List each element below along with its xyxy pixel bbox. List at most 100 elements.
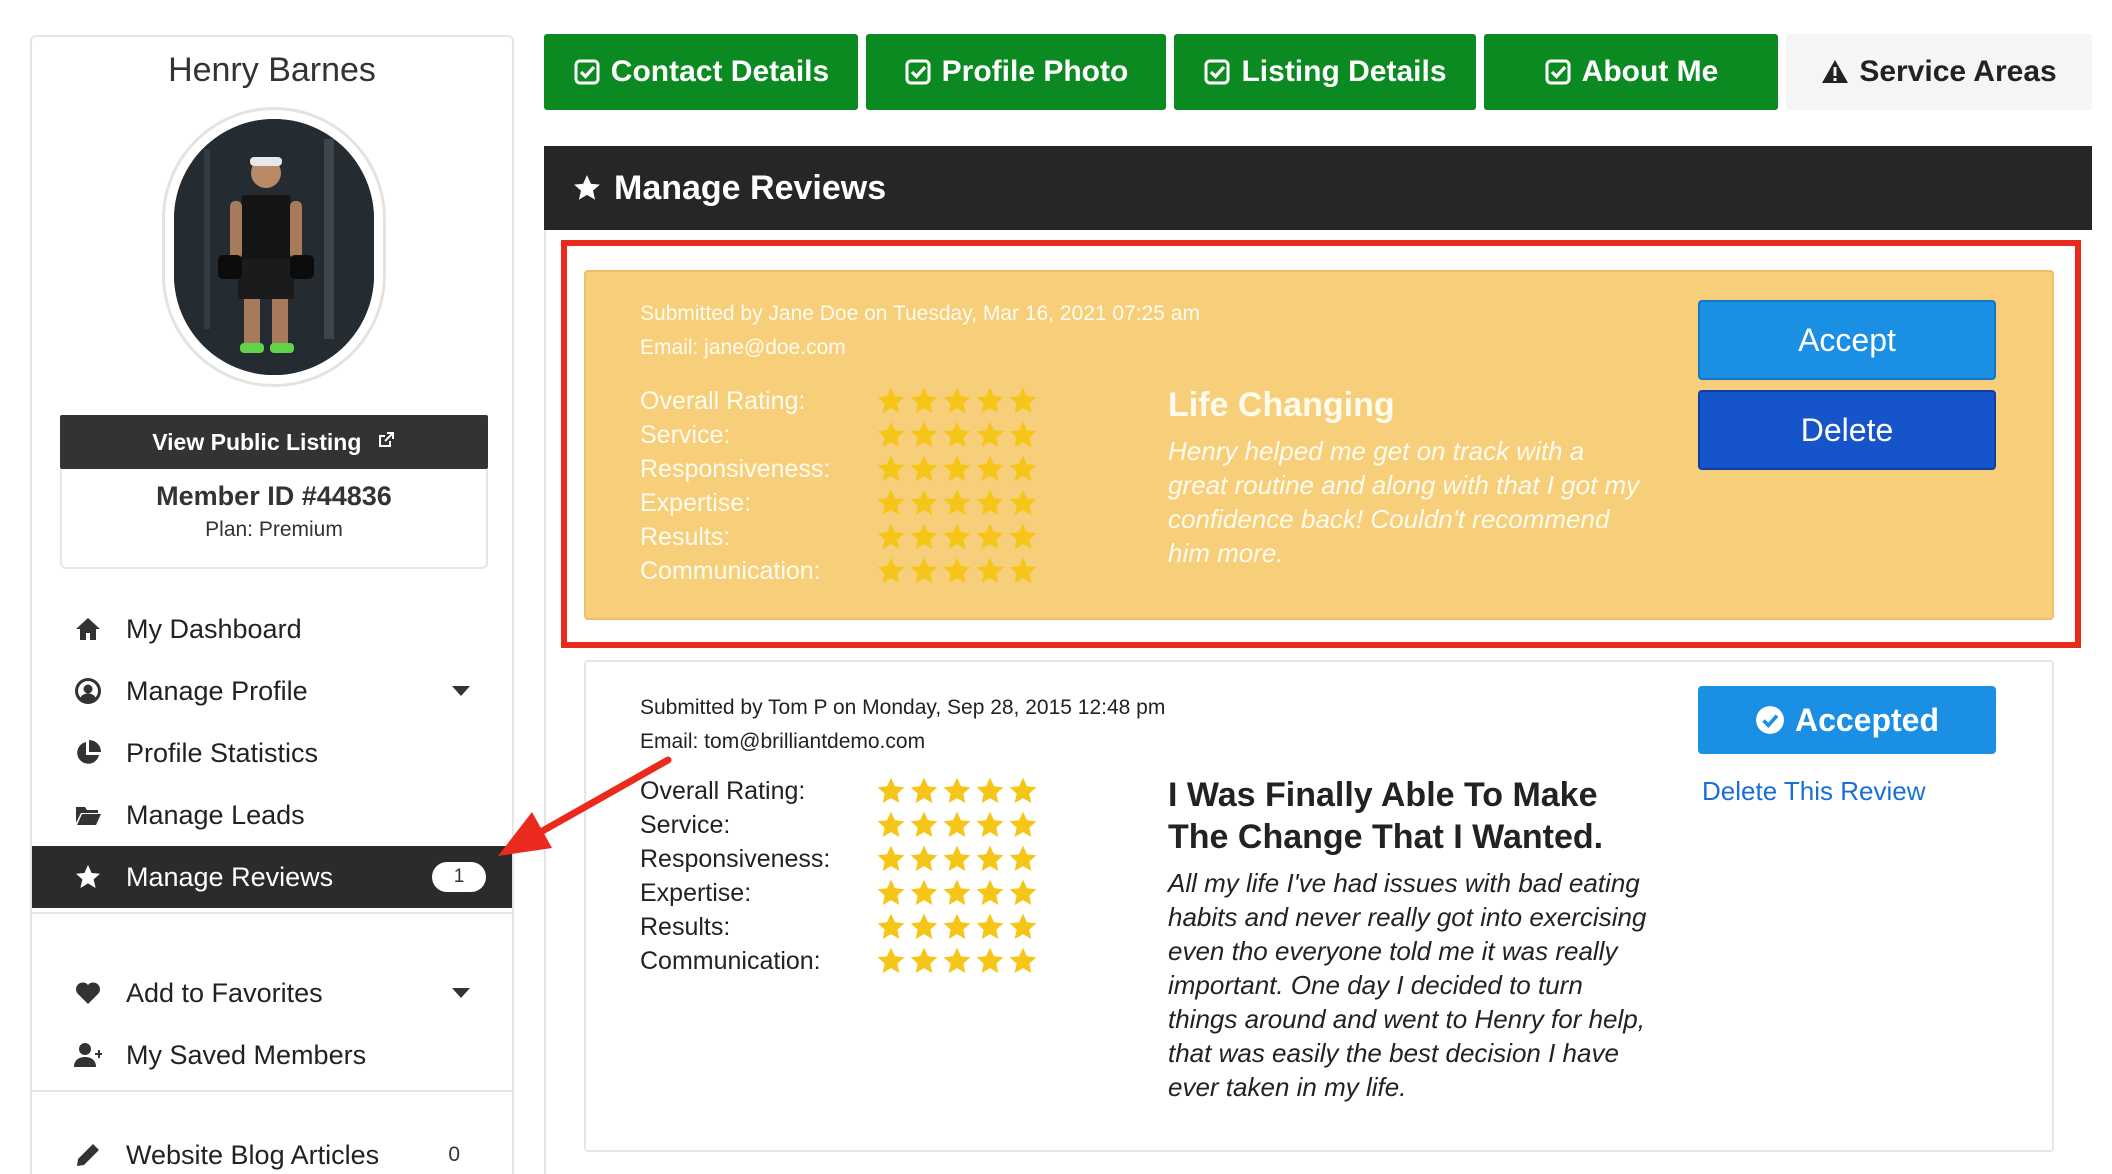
sidebar-divider <box>32 912 512 914</box>
star-icon <box>1009 777 1037 803</box>
star-icon <box>910 879 938 905</box>
star-rating <box>876 946 1038 976</box>
warning-icon <box>1821 58 1849 86</box>
review-body: All my life I've had issues with bad eat… <box>1168 868 1647 1102</box>
external-link-icon <box>369 429 395 455</box>
star-rating <box>876 810 1038 840</box>
sidebar-item-manage-profile[interactable]: Manage Profile <box>32 660 512 722</box>
avatar <box>162 107 386 387</box>
user-plus-icon <box>72 1041 104 1069</box>
star-icon <box>877 913 905 939</box>
check-square-icon <box>1544 58 1572 86</box>
sidebar-item-my-saved-members[interactable]: My Saved Members <box>32 1024 512 1086</box>
review-card-accepted: Submitted by Tom P on Monday, Sep 28, 20… <box>584 660 2054 1152</box>
star-icon <box>1009 947 1037 973</box>
tab-listing-details[interactable]: Listing Details <box>1174 34 1476 110</box>
star-icon <box>1009 811 1037 837</box>
manage-reviews-header: Manage Reviews <box>544 146 2092 230</box>
star-icon <box>910 777 938 803</box>
star-icon <box>943 777 971 803</box>
sidebar-item-add-to-favorites[interactable]: Add to Favorites <box>32 962 512 1024</box>
review-title: I Was Finally Able To Make The Change Th… <box>1168 776 1604 856</box>
rating-label: Responsiveness: <box>640 844 831 873</box>
star-icon <box>1009 845 1037 871</box>
star-icon <box>877 947 905 973</box>
sidebar-item-label: My Saved Members <box>126 1039 367 1070</box>
sidebar-item-manage-reviews[interactable]: Manage Reviews 1 <box>32 846 512 908</box>
folder-open-icon <box>72 801 104 829</box>
rating-row: Service: <box>640 808 1038 842</box>
review-submitted: Submitted by Tom P on Monday, Sep 28, 20… <box>640 696 1166 719</box>
sidebar-item-label: Profile Statistics <box>126 737 319 768</box>
chevron-down-icon[interactable] <box>452 988 470 998</box>
rating-label: Service: <box>640 810 731 839</box>
tab-label: Service Areas <box>1859 55 2057 88</box>
view-public-listing-button[interactable]: View Public Listing <box>60 415 488 469</box>
rating-row: Overall Rating: <box>640 774 1038 808</box>
star-rating <box>876 912 1038 942</box>
heart-icon <box>72 979 104 1007</box>
tab-label: Listing Details <box>1241 55 1447 88</box>
tab-about-me[interactable]: About Me <box>1484 34 1778 110</box>
rating-label: Communication: <box>640 946 821 975</box>
star-icon <box>877 811 905 837</box>
tab-contact-details[interactable]: Contact Details <box>544 34 858 110</box>
tab-label: Contact Details <box>610 55 830 88</box>
panel-border <box>544 230 546 1174</box>
sidebar-item-website-blog-articles[interactable]: Website Blog Articles 0 <box>32 1124 512 1174</box>
delete-review-link[interactable]: Delete This Review <box>1702 776 1926 807</box>
home-icon <box>72 615 104 643</box>
sidebar-item-label: Add to Favorites <box>126 977 323 1008</box>
star-icon <box>943 811 971 837</box>
star-icon <box>910 845 938 871</box>
tab-service-areas[interactable]: Service Areas <box>1786 34 2092 110</box>
check-circle-icon <box>1756 706 1784 734</box>
star-icon <box>910 947 938 973</box>
sidebar-item-label: Manage Leads <box>126 799 305 830</box>
star-rating <box>876 844 1038 874</box>
chevron-down-icon[interactable] <box>452 686 470 696</box>
rating-row: Results: <box>640 910 1038 944</box>
blog-articles-count: 0 <box>448 1143 460 1166</box>
rating-label: Expertise: <box>640 878 752 907</box>
star-icon <box>976 811 1004 837</box>
member-plan: Plan: Premium <box>205 518 343 541</box>
review-ratings: Overall Rating: Service: Responsiveness:… <box>640 774 1038 978</box>
sidebar-item-label: Manage Profile <box>126 675 308 706</box>
accepted-status-button[interactable]: Accepted <box>1698 686 1996 754</box>
sidebar-item-profile-statistics[interactable]: Profile Statistics <box>32 722 512 784</box>
sidebar-item-label: Manage Reviews <box>126 861 334 892</box>
member-id: Member ID #44836 <box>156 481 392 511</box>
star-icon <box>976 947 1004 973</box>
review-email: Email: tom@brilliantdemo.com <box>640 730 926 753</box>
tab-profile-photo[interactable]: Profile Photo <box>866 34 1166 110</box>
sidebar: Henry Barnes View Public Listing Member … <box>30 35 514 1174</box>
star-icon <box>976 845 1004 871</box>
sidebar-item-manage-leads[interactable]: Manage Leads <box>32 784 512 846</box>
star-icon <box>877 845 905 871</box>
tab-label: About Me <box>1581 55 1719 88</box>
star-icon <box>910 913 938 939</box>
star-icon <box>943 845 971 871</box>
view-public-listing-label: View Public Listing <box>152 429 362 455</box>
sidebar-item-my-dashboard[interactable]: My Dashboard <box>32 598 512 660</box>
panel-title: Manage Reviews <box>614 168 887 207</box>
rating-row: Expertise: <box>640 876 1038 910</box>
sidebar-divider <box>32 1090 512 1092</box>
star-icon <box>976 879 1004 905</box>
star-rating <box>876 878 1038 908</box>
star-icon <box>910 811 938 837</box>
star-icon <box>976 777 1004 803</box>
check-square-icon <box>573 58 601 86</box>
member-name: Henry Barnes <box>168 51 376 89</box>
highlight-frame <box>561 240 2081 648</box>
accepted-label: Accepted <box>1794 701 1940 738</box>
star-icon <box>877 879 905 905</box>
member-info: Member ID #44836 Plan: Premium <box>60 469 488 569</box>
sidebar-item-label: Website Blog Articles <box>126 1139 380 1170</box>
star-icon <box>943 947 971 973</box>
pencil-icon <box>72 1141 104 1169</box>
star-icon <box>877 777 905 803</box>
user-circle-icon <box>72 677 104 705</box>
star-icon <box>1009 879 1037 905</box>
